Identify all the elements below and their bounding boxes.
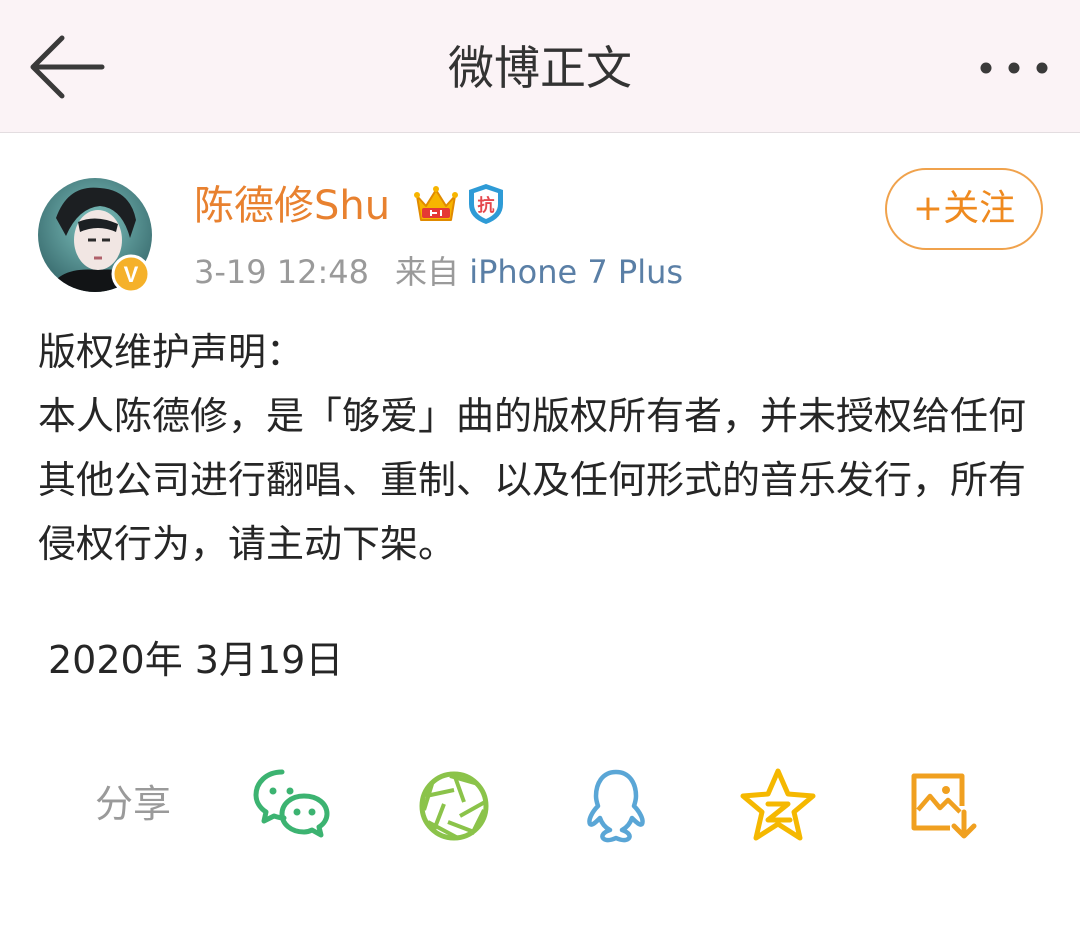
more-button[interactable] [970,50,1060,86]
source-prefix: 来自 [395,253,460,291]
post-meta: 3-19 12:48 来自 iPhone 7 Plus [194,250,683,294]
svg-text:V: V [124,262,139,287]
post-date: 2020年 3月19日 [48,638,344,682]
moments-icon[interactable] [414,766,494,846]
top-nav-bar: 微博正文 [0,0,1080,133]
crown-icon [414,186,458,221]
author-name[interactable]: 陈德修Shu [194,178,390,234]
page-title: 微博正文 [448,41,632,95]
svg-text:抗: 抗 [478,195,495,216]
wechat-icon[interactable] [252,766,332,846]
follow-button[interactable]: +关注 [885,168,1043,250]
more-dots-icon [980,62,1048,74]
qq-icon[interactable] [576,766,656,846]
save-image-icon[interactable] [902,766,982,846]
post-body: 版权维护声明： 本人陈德修，是「够爱」曲的版权所有者，并未授权给任何其他公司进行… [38,320,1048,576]
post-paragraph: 本人陈德修，是「够爱」曲的版权所有者，并未授权给任何其他公司进行翻唱、重制、以及… [38,394,1027,566]
qzone-icon[interactable] [738,766,818,846]
post-time: 3-19 12:48 [194,253,370,291]
shield-icon: 抗 [469,184,503,224]
arrow-left-icon [30,35,105,99]
verified-badge-icon: V [111,254,151,294]
device-link[interactable]: iPhone 7 Plus [469,253,683,291]
share-label: 分享 [95,782,172,826]
back-button[interactable] [26,32,108,102]
post-heading: 版权维护声明： [38,330,305,374]
